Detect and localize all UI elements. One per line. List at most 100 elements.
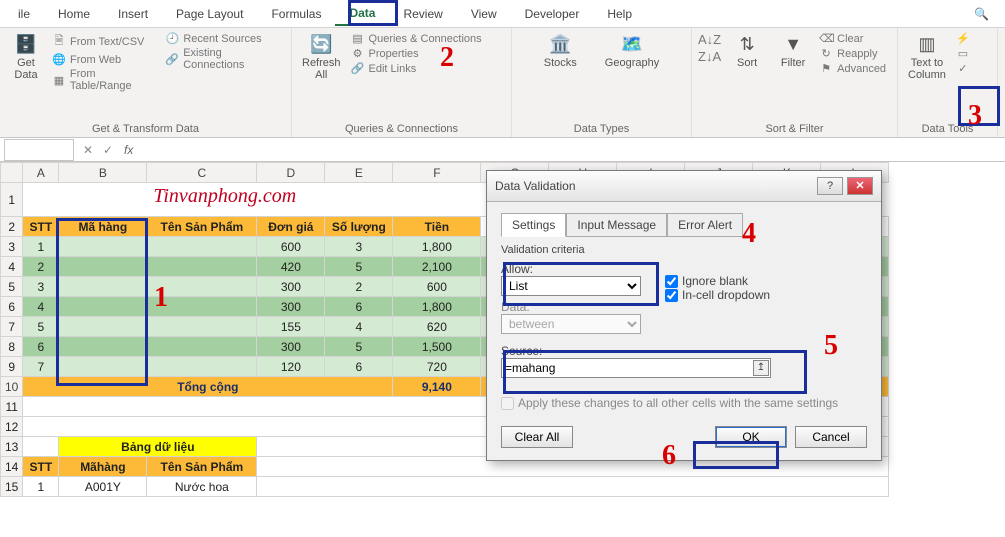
cell[interactable] xyxy=(147,357,257,377)
cell[interactable]: 7 xyxy=(23,357,59,377)
cell[interactable]: 6 xyxy=(325,357,393,377)
cell[interactable]: 1,800 xyxy=(393,237,481,257)
remove-duplicates[interactable]: ▭ xyxy=(956,47,970,60)
row-header[interactable]: 5 xyxy=(1,277,23,297)
dialog-tab-settings[interactable]: Settings xyxy=(501,213,566,237)
sort-az[interactable]: A↓Z xyxy=(698,32,721,47)
cell[interactable]: 4 xyxy=(325,317,393,337)
formula-accept-icon[interactable]: ✓ xyxy=(98,143,118,157)
tab-data[interactable]: Data xyxy=(335,2,389,26)
select-all-corner[interactable] xyxy=(1,163,23,183)
row-header[interactable]: 10 xyxy=(1,377,23,397)
dialog-titlebar[interactable]: Data Validation ? ✕ xyxy=(487,171,881,202)
row-header[interactable]: 3 xyxy=(1,237,23,257)
row-header[interactable]: 15 xyxy=(1,477,23,497)
cell[interactable] xyxy=(59,297,147,317)
formula-cancel-icon[interactable]: ✕ xyxy=(78,143,98,157)
flash-fill[interactable]: ⚡ xyxy=(956,32,970,45)
cell[interactable] xyxy=(59,357,147,377)
row-header[interactable]: 4 xyxy=(1,257,23,277)
search-icon[interactable]: 🔍 xyxy=(974,7,989,21)
cell[interactable]: 1 xyxy=(23,477,59,497)
cell[interactable]: 300 xyxy=(257,277,325,297)
cell[interactable]: 5 xyxy=(23,317,59,337)
cancel-button[interactable]: Cancel xyxy=(795,426,867,448)
row-header[interactable]: 9 xyxy=(1,357,23,377)
col-header-E[interactable]: E xyxy=(325,163,393,183)
cell[interactable] xyxy=(147,257,257,277)
row-header[interactable]: 12 xyxy=(1,417,23,437)
apply-all-checkbox[interactable]: Apply these changes to all other cells w… xyxy=(501,396,867,410)
cell[interactable]: 4 xyxy=(23,297,59,317)
range-picker-icon[interactable]: ↥ xyxy=(753,360,769,376)
get-data-button[interactable]: 🗄️ Get Data xyxy=(6,32,46,83)
existing-connections[interactable]: 🔗Existing Connections xyxy=(165,47,285,71)
tab-home[interactable]: Home xyxy=(44,3,104,25)
row-header[interactable]: 6 xyxy=(1,297,23,317)
cell[interactable] xyxy=(59,337,147,357)
tab-help[interactable]: Help xyxy=(593,3,646,25)
fx-icon[interactable]: fx xyxy=(118,143,139,157)
row-header[interactable]: 7 xyxy=(1,317,23,337)
cell[interactable]: 2 xyxy=(23,257,59,277)
cell[interactable]: 620 xyxy=(393,317,481,337)
cell[interactable]: 2,100 xyxy=(393,257,481,277)
cell[interactable] xyxy=(59,317,147,337)
cell[interactable]: 5 xyxy=(325,257,393,277)
sort-button[interactable]: ⇅Sort xyxy=(727,32,767,71)
tab-pagelayout[interactable]: Page Layout xyxy=(162,3,257,25)
formula-input[interactable] xyxy=(139,139,1005,161)
cell[interactable]: 3 xyxy=(23,277,59,297)
dialog-tab-input-message[interactable]: Input Message xyxy=(566,213,667,237)
row-header[interactable]: 14 xyxy=(1,457,23,477)
text-to-columns-button[interactable]: ▥Text to Column xyxy=(904,32,950,83)
edit-links[interactable]: 🔗Edit Links xyxy=(351,62,482,75)
tab-review[interactable]: Review xyxy=(389,3,456,25)
cell[interactable]: 300 xyxy=(257,297,325,317)
ok-button[interactable]: OK xyxy=(715,426,787,448)
cell[interactable] xyxy=(147,337,257,357)
cell[interactable]: 120 xyxy=(257,357,325,377)
ignore-blank-checkbox[interactable]: Ignore blank xyxy=(665,274,770,288)
cell[interactable]: 600 xyxy=(393,277,481,297)
cell[interactable]: 600 xyxy=(257,237,325,257)
tab-developer[interactable]: Developer xyxy=(511,3,594,25)
cell[interactable]: 6 xyxy=(23,337,59,357)
refresh-all-button[interactable]: 🔄 Refresh All xyxy=(298,32,345,83)
stocks-button[interactable]: 🏛️Stocks xyxy=(540,32,581,71)
tab-view[interactable]: View xyxy=(457,3,511,25)
advanced-filter[interactable]: ⚑Advanced xyxy=(819,62,886,75)
from-web[interactable]: 🌐From Web xyxy=(52,53,159,66)
cell[interactable]: 155 xyxy=(257,317,325,337)
col-header-B[interactable]: B xyxy=(59,163,147,183)
geography-button[interactable]: 🗺️Geography xyxy=(601,32,663,71)
reapply-filter[interactable]: ↻Reapply xyxy=(819,47,886,60)
incell-dropdown-checkbox[interactable]: In-cell dropdown xyxy=(665,288,770,302)
col-header-F[interactable]: F xyxy=(393,163,481,183)
cell[interactable]: 420 xyxy=(257,257,325,277)
cell[interactable]: 2 xyxy=(325,277,393,297)
cell[interactable]: Nước hoa xyxy=(147,477,257,497)
cell[interactable]: 3 xyxy=(325,237,393,257)
dialog-tab-error-alert[interactable]: Error Alert xyxy=(667,213,743,237)
tab-file[interactable]: ile xyxy=(4,3,44,25)
cell[interactable] xyxy=(59,277,147,297)
cell[interactable]: 6 xyxy=(325,297,393,317)
row-header[interactable]: 2 xyxy=(1,217,23,237)
dialog-help-button[interactable]: ? xyxy=(817,177,843,195)
dialog-close-button[interactable]: ✕ xyxy=(847,177,873,195)
properties[interactable]: ⚙Properties xyxy=(351,47,482,60)
filter-button[interactable]: ▼Filter xyxy=(773,32,813,71)
col-header-A[interactable]: A xyxy=(23,163,59,183)
cell[interactable]: 300 xyxy=(257,337,325,357)
cell[interactable]: A001Y xyxy=(59,477,147,497)
tab-formulas[interactable]: Formulas xyxy=(257,3,335,25)
cell[interactable]: 5 xyxy=(325,337,393,357)
col-header-D[interactable]: D xyxy=(257,163,325,183)
cell[interactable] xyxy=(147,237,257,257)
sort-za[interactable]: Z↓A xyxy=(698,49,721,64)
col-header-C[interactable]: C xyxy=(147,163,257,183)
name-box[interactable] xyxy=(4,139,74,161)
cell[interactable] xyxy=(59,237,147,257)
clear-filter[interactable]: ⌫Clear xyxy=(819,32,886,45)
